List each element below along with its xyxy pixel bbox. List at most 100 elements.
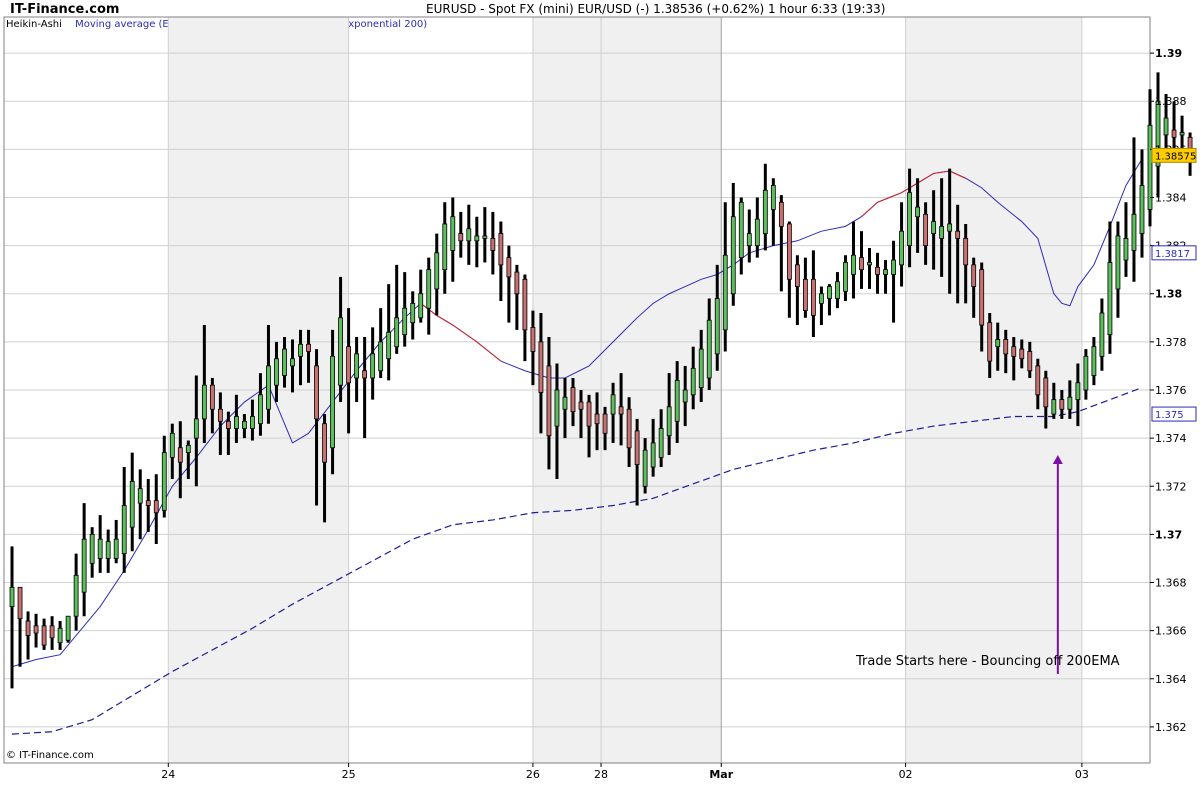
candle <box>827 284 832 316</box>
candle-body <box>1123 237 1129 261</box>
y-tick-label: 1.38 <box>1155 288 1182 301</box>
candle-body <box>634 430 640 465</box>
candle <box>690 346 696 410</box>
candle <box>594 392 600 451</box>
candle <box>153 474 159 545</box>
candle <box>177 421 183 499</box>
candle-body <box>746 233 752 247</box>
candle-body <box>530 327 536 352</box>
candle <box>859 231 864 289</box>
candle <box>1131 137 1137 282</box>
candle-body <box>610 394 616 415</box>
candle <box>9 546 15 689</box>
candle-body <box>626 408 632 449</box>
candle <box>426 257 432 335</box>
candle-body <box>129 481 135 528</box>
candle-body <box>658 428 664 458</box>
candle <box>658 409 664 468</box>
candle <box>1107 221 1113 354</box>
y-tick-label: 1.378 <box>1155 336 1187 349</box>
candle <box>57 621 63 650</box>
candle <box>819 286 824 326</box>
candle <box>33 613 39 648</box>
candle-body <box>386 331 392 360</box>
candle-body <box>49 625 55 639</box>
candle-body <box>802 278 808 311</box>
candle <box>25 611 31 660</box>
candle-body <box>955 230 961 239</box>
candle-body <box>690 367 696 396</box>
candle <box>891 240 896 323</box>
candle-body <box>33 625 39 634</box>
candle <box>201 325 207 443</box>
candle-body <box>538 341 544 393</box>
candle <box>626 397 632 468</box>
candle-body <box>65 615 71 641</box>
candle <box>105 529 111 573</box>
candle <box>714 264 720 371</box>
x-tick-label: 24 <box>161 768 175 781</box>
candle <box>250 399 255 441</box>
candle-body <box>442 223 448 271</box>
candle-body <box>17 586 23 620</box>
candle <box>883 260 888 294</box>
candle <box>618 373 624 446</box>
candle-body <box>9 586 15 607</box>
candle-body <box>498 233 504 266</box>
candle <box>1043 370 1049 429</box>
candle-body <box>778 201 784 227</box>
candle <box>738 197 744 275</box>
candle-body <box>137 488 143 504</box>
candle-body <box>602 413 608 434</box>
candle-body <box>899 230 904 266</box>
candle <box>514 264 520 330</box>
candle <box>266 325 271 424</box>
candle <box>610 382 616 443</box>
candle-body <box>193 418 199 439</box>
candle-body <box>522 278 528 331</box>
candle <box>1139 149 1145 258</box>
candle <box>698 329 704 403</box>
candle <box>1051 382 1057 419</box>
candle <box>546 337 552 470</box>
candle <box>209 377 215 434</box>
price-label-last: 1.38575 <box>1155 151 1196 162</box>
y-tick-label: 1.364 <box>1155 673 1187 686</box>
candle <box>778 195 784 292</box>
candle <box>49 616 55 650</box>
y-tick-label: 1.372 <box>1155 480 1187 493</box>
candle <box>81 503 87 617</box>
x-tick-label: 28 <box>594 768 608 781</box>
candle <box>754 197 760 258</box>
candle-body <box>794 264 800 287</box>
candle-body <box>1083 355 1089 391</box>
y-tick-label: 1.37 <box>1155 528 1182 541</box>
candle <box>1003 329 1009 374</box>
candle-body <box>1027 351 1033 372</box>
x-tick-label: Mar <box>709 768 733 781</box>
candle <box>1123 202 1129 277</box>
candle-body <box>418 293 424 319</box>
candle <box>338 276 343 403</box>
candle-body <box>1059 399 1065 410</box>
candle <box>1091 337 1097 386</box>
candle-body <box>722 254 728 331</box>
candle-body <box>586 401 592 427</box>
candle <box>1155 72 1161 198</box>
candle-body <box>378 341 384 372</box>
candle-body <box>754 218 760 247</box>
candle <box>97 515 103 573</box>
candle <box>330 329 335 475</box>
candle-body <box>266 365 271 410</box>
candle-body <box>786 223 792 280</box>
candle <box>410 291 416 340</box>
candle <box>554 363 560 480</box>
y-tick-label: 1.362 <box>1155 721 1187 734</box>
candle-body <box>362 370 368 379</box>
candle-body <box>987 322 993 362</box>
candle-body <box>89 533 95 564</box>
candle-body <box>73 574 79 617</box>
candle-body <box>971 264 977 287</box>
candle <box>113 519 119 564</box>
candle-body <box>234 416 239 429</box>
